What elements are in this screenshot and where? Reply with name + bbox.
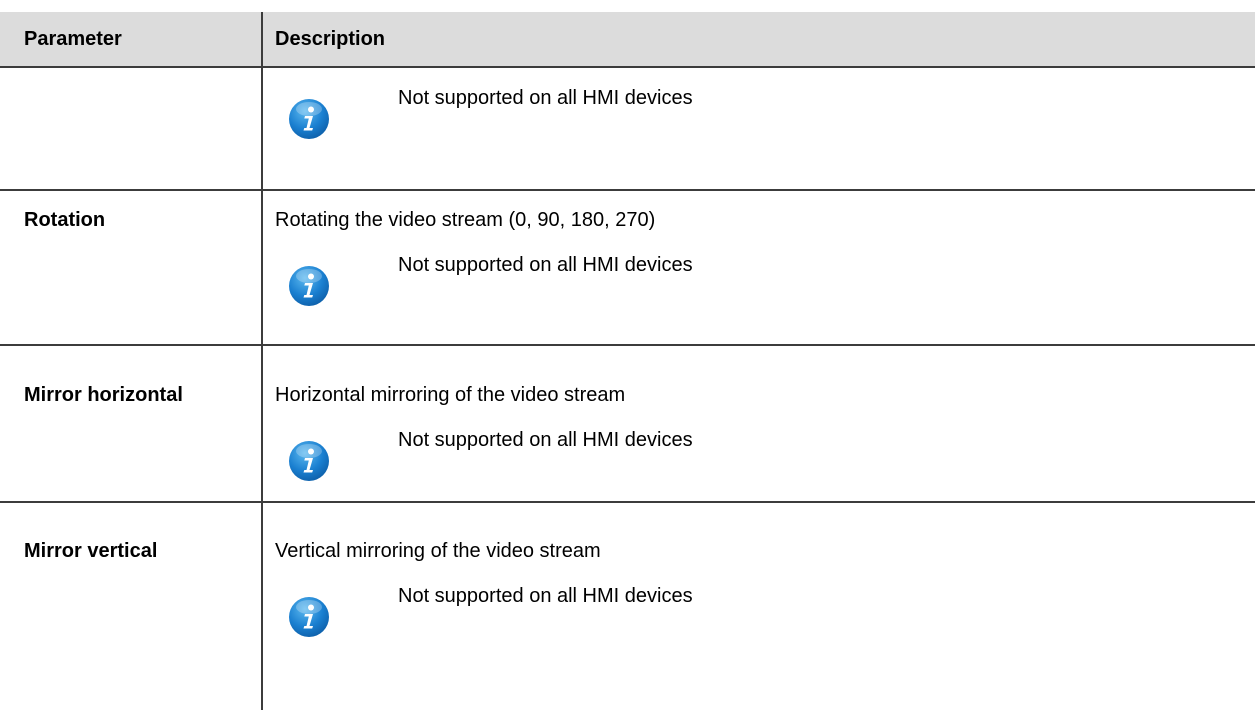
info-icon: [289, 99, 329, 139]
table-row: Not supported on all HMI devices: [0, 68, 1255, 191]
info-note: Not supported on all HMI devices: [288, 428, 888, 488]
info-icon: [289, 597, 329, 637]
table-header-row: Parameter Description: [0, 12, 1255, 68]
info-note: Not supported on all HMI devices: [288, 253, 888, 313]
note-text: Not supported on all HMI devices: [398, 429, 693, 451]
info-note: Not supported on all HMI devices: [288, 584, 888, 644]
column-divider: [261, 12, 263, 710]
parameter-table: Parameter Description Not supported on a…: [0, 0, 1255, 710]
param-rotation: Rotation: [24, 209, 106, 231]
desc-mirror-vertical: Vertical mirroring of the video stream: [275, 540, 601, 562]
info-icon: [289, 266, 329, 306]
note-text: Not supported on all HMI devices: [398, 585, 693, 607]
desc-mirror-horizontal: Horizontal mirroring of the video stream: [275, 384, 626, 406]
note-text: Not supported on all HMI devices: [398, 254, 693, 276]
table-row: Mirror vertical Vertical mirroring of th…: [0, 503, 1255, 710]
info-note: Not supported on all HMI devices: [288, 86, 888, 146]
info-icon: [289, 441, 329, 481]
desc-rotation: Rotating the video stream (0, 90, 180, 2…: [275, 209, 656, 231]
note-text: Not supported on all HMI devices: [398, 87, 693, 109]
table-row: Mirror horizontal Horizontal mirroring o…: [0, 346, 1255, 503]
param-mirror-horizontal: Mirror horizontal: [24, 384, 183, 406]
param-mirror-vertical: Mirror vertical: [24, 540, 158, 562]
table-row: Rotation Rotating the video stream (0, 9…: [0, 191, 1255, 346]
header-description: Description: [275, 28, 386, 50]
header-parameter: Parameter: [24, 28, 122, 50]
